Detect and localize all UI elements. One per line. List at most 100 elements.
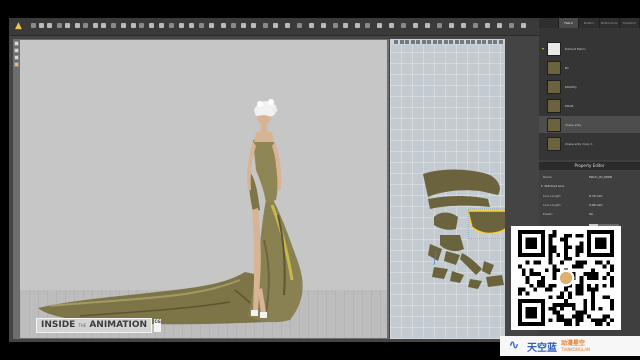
viewport-3d-frame xyxy=(13,39,389,339)
toolbar-tool-icon[interactable] xyxy=(509,23,514,28)
fabric-item-drape-silky-copy[interactable]: drape silky Copy 1 xyxy=(539,135,640,152)
fabric-name: DRAPPy xyxy=(565,84,577,89)
prop-row-elastic: Elastic On xyxy=(539,209,640,218)
toolbar-tool-icon[interactable] xyxy=(149,23,154,28)
fabric-item-default[interactable]: ▾ Default Fabric xyxy=(539,40,640,57)
logo-cn-text: 天空蓝 xyxy=(527,342,557,354)
toolbar-tool-icon[interactable] xyxy=(101,23,106,28)
fabric-item-drab[interactable]: DRAB xyxy=(539,97,640,114)
viewport-3d[interactable] xyxy=(20,40,387,338)
toolbar-tool-icon[interactable] xyxy=(321,23,326,28)
site-logo: ∿ 天空蓝 动漫星空 TIANKONGLAN xyxy=(500,336,640,356)
toolbar-tool-icon[interactable] xyxy=(285,23,290,28)
watermark-left: INSIDE xyxy=(41,320,76,330)
prop-row-line-length-2: Line Length 3.00 mm xyxy=(539,200,640,209)
toolbar-tool-icon[interactable] xyxy=(497,23,502,28)
toolbar-tool-icon[interactable] xyxy=(189,23,194,28)
toolbar-tool-icon[interactable] xyxy=(425,23,430,28)
check-icon: ▾ xyxy=(541,46,544,51)
toolbar-tool-icon[interactable] xyxy=(221,23,226,28)
vp-tool-light-icon[interactable] xyxy=(14,62,19,67)
fabric-list: ▾ Default Fabric Bx DRAPPy DRAB drape si… xyxy=(539,28,640,160)
tab-topstitch[interactable]: Topstitch xyxy=(620,18,640,28)
vp-tool-select-icon[interactable] xyxy=(14,41,19,46)
prop-section-label: Stitched Line xyxy=(544,183,565,188)
fabric-swatch xyxy=(547,136,561,151)
tab-library[interactable] xyxy=(539,18,560,28)
toolbar-tool-icon[interactable] xyxy=(83,23,88,28)
toolbar-tool-icon[interactable] xyxy=(297,23,302,28)
toolbar-tool-icon[interactable] xyxy=(401,23,406,28)
screen: ▲ Fabric Button Buttonhole Topstitch INS… xyxy=(0,0,640,360)
toolbar-tool-icon[interactable] xyxy=(309,23,314,28)
fabric-item-bx[interactable]: Bx xyxy=(539,59,640,76)
toolbar-tool-icon[interactable] xyxy=(251,23,256,28)
toolbar-tool-icon[interactable] xyxy=(355,23,360,28)
tab-button[interactable]: Button xyxy=(579,18,600,28)
prop-label: Line Length xyxy=(543,193,561,198)
toolbar-tool-icon[interactable] xyxy=(47,23,52,28)
tab-fabric[interactable]: Fabric xyxy=(559,18,580,28)
toolbar-tool-icon[interactable] xyxy=(209,23,214,28)
prop-value[interactable]: Fabric_ID_0098 xyxy=(589,175,634,179)
prop-label: Elastic xyxy=(543,211,553,216)
toolbar-tool-icon[interactable] xyxy=(263,23,268,28)
pattern-pieces[interactable] xyxy=(390,39,505,339)
toolbar-tool-icon[interactable] xyxy=(159,23,164,28)
logo-cn2-text: 动漫星空 xyxy=(561,340,586,347)
toolbar-tool-icon[interactable] xyxy=(231,23,236,28)
toolbar-tool-icon[interactable] xyxy=(31,23,36,28)
toolbar-tool-icon[interactable] xyxy=(473,23,478,28)
prop-value[interactable]: 0.70 mm xyxy=(589,194,634,198)
avatar-with-dress[interactable] xyxy=(20,40,387,338)
fabric-name: DRAB xyxy=(565,103,574,108)
vp-tool-rotate-icon[interactable] xyxy=(14,55,19,60)
prop-label: Line Length xyxy=(543,202,561,207)
fabric-item-drappy[interactable]: DRAPPy xyxy=(539,78,640,95)
fabric-swatch xyxy=(547,98,561,113)
watermark-right: ANIMATION xyxy=(89,320,148,330)
prop-row-line-length-1: Line Length 0.70 mm xyxy=(539,191,640,200)
toolbar-tool-icon[interactable] xyxy=(65,23,70,28)
prop-section-row[interactable]: ▾ Stitched Line xyxy=(539,181,640,190)
vp-tool-move-icon[interactable] xyxy=(14,48,19,53)
toolbar-tool-icon[interactable] xyxy=(413,23,418,28)
pattern-window-2d[interactable] xyxy=(390,39,505,339)
qr-code-image xyxy=(518,230,614,326)
toolbar-tool-icon[interactable] xyxy=(241,23,246,28)
toolbar-tool-icon[interactable] xyxy=(93,23,98,28)
toolbar-tool-icon[interactable] xyxy=(199,23,204,28)
toolbar-tool-icon[interactable] xyxy=(521,23,526,28)
prop-value[interactable]: On xyxy=(589,212,634,216)
toolbar-tool-icon[interactable] xyxy=(111,23,116,28)
toolbar-tool-icon[interactable] xyxy=(485,23,490,28)
prop-label: Name xyxy=(543,174,552,179)
toolbar-tool-icon[interactable] xyxy=(389,23,394,28)
fabric-swatch xyxy=(547,41,561,56)
fabric-name: drape silky xyxy=(565,122,582,127)
toolbar-tool-icon[interactable] xyxy=(139,23,144,28)
toolbar-tool-icon[interactable] xyxy=(75,23,80,28)
fabric-swatch xyxy=(547,60,561,75)
toolbar-tool-icon[interactable] xyxy=(169,23,174,28)
toolbar-tool-icon[interactable] xyxy=(377,23,382,28)
toolbar-tool-icon[interactable] xyxy=(39,23,44,28)
toolbar-tool-icon[interactable] xyxy=(121,23,126,28)
tab-buttonhole[interactable]: Buttonhole xyxy=(600,18,620,28)
toolbar-tool-icon[interactable] xyxy=(273,23,278,28)
fabric-name: Default Fabric xyxy=(565,46,586,51)
toolbar-tool-icon[interactable] xyxy=(437,23,442,28)
toolbar-tool-icon[interactable] xyxy=(365,23,370,28)
toolbar-tool-icon[interactable] xyxy=(131,23,136,28)
fabric-swatch xyxy=(547,79,561,94)
toolbar-tool-icon[interactable] xyxy=(179,23,184,28)
toolbar-tool-icon[interactable] xyxy=(461,23,466,28)
toolbar-tool-icon[interactable] xyxy=(57,23,62,28)
toolbar-tool-icon[interactable] xyxy=(333,23,338,28)
prop-value[interactable]: 3.00 mm xyxy=(589,203,634,207)
toolbar-tool-icon[interactable] xyxy=(449,23,454,28)
property-editor-title: Property Editor xyxy=(539,162,640,170)
watermark-badge: CG xyxy=(154,319,162,332)
fabric-item-drape-silky[interactable]: drape silky xyxy=(539,116,640,133)
toolbar-tool-icon[interactable] xyxy=(343,23,348,28)
